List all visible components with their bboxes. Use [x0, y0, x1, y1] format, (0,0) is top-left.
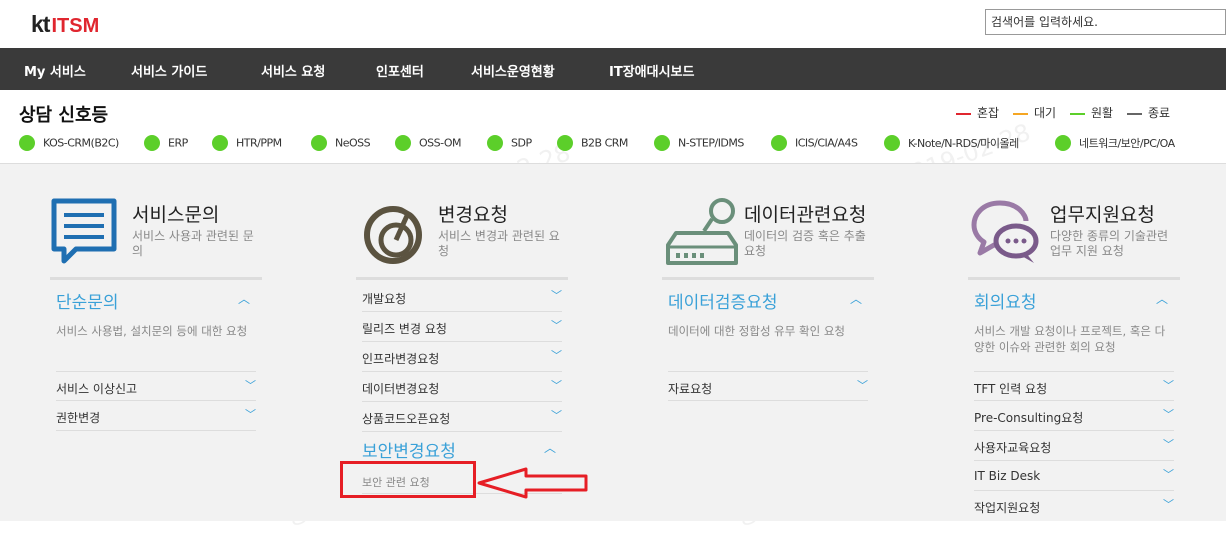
search-input[interactable] [985, 9, 1226, 35]
annotation-highlight-box [340, 461, 476, 498]
top-header: kt ITSM [0, 0, 1226, 48]
status-dot-icon [1055, 135, 1071, 151]
nav-service-guide[interactable]: 서비스 가이드 [131, 61, 207, 80]
category-desc: 데이터의 검증 혹은 추출 요청 [744, 229, 866, 258]
system-status-k-note[interactable]: K-Note/N-RDS/마이올레 [884, 135, 1019, 153]
list-item[interactable]: 권한변경 ﹀ [56, 401, 256, 431]
system-status-b2b-crm[interactable]: B2B CRM [557, 135, 628, 153]
nav-my-service[interactable]: My 서비스 [24, 61, 86, 80]
list-item[interactable]: 사용자교육요청 ﹀ [974, 431, 1174, 461]
list-item[interactable]: 데이터변경요청 ﹀ [362, 372, 562, 402]
chevron-up-icon[interactable]: ︿ [238, 290, 250, 307]
speech-bubbles-icon [970, 197, 1042, 267]
status-dot-icon [557, 135, 573, 151]
list-item[interactable]: Pre-Consulting요청 ﹀ [974, 401, 1174, 431]
category-desc: 다양한 종류의 기술관련 업무 지원 요청 [1050, 229, 1169, 258]
system-status-icis[interactable]: ICIS/CIA/A4S [771, 135, 858, 153]
system-status-erp[interactable]: ERP [144, 135, 188, 153]
list-item[interactable]: 작업지원요청 ﹀ [974, 491, 1174, 521]
chevron-down-icon: ﹀ [245, 408, 256, 421]
status-dot-icon [144, 135, 160, 151]
list-item[interactable]: TFT 인력 요청 ﹀ [974, 371, 1174, 401]
database-icon [664, 197, 738, 267]
chevron-down-icon: ﹀ [551, 379, 562, 392]
legend-ended: 종료 [1127, 104, 1170, 121]
status-dot-icon [212, 135, 228, 151]
chevron-down-icon: ﹀ [857, 379, 868, 392]
logo-itsm: ITSM [51, 15, 100, 37]
divider [356, 277, 568, 280]
chevron-down-icon: ﹀ [1163, 468, 1174, 481]
system-status-oss-om[interactable]: OSS-OM [395, 135, 462, 153]
category-title[interactable]: 서비스문의 [132, 200, 219, 227]
list-item[interactable]: 자료요청 ﹀ [668, 371, 868, 401]
status-dot-icon [311, 135, 327, 151]
section-simple-inquiry[interactable]: 단순문의 [56, 288, 119, 313]
nav-service-request[interactable]: 서비스 요청 [261, 61, 325, 80]
service-catalog: 서비스문의 서비스 사용과 관련된 문의 단순문의 ︿ 서비스 사용법, 설치문… [0, 163, 1226, 521]
chevron-down-icon: ﹀ [551, 409, 562, 422]
list-item[interactable]: IT Biz Desk ﹀ [974, 461, 1174, 491]
nav-info-center[interactable]: 인포센터 [376, 61, 424, 80]
section-desc: 데이터에 대한 정합성 유무 확인 요청 [668, 324, 845, 338]
category-desc: 서비스 사용과 관련된 문의 [132, 229, 254, 258]
section-data-verification[interactable]: 데이터검증요청 [668, 288, 777, 313]
list-item[interactable]: 서비스 이상신고 ﹀ [56, 371, 256, 401]
annotation-arrow-icon [477, 467, 588, 499]
status-title: 상담 신호등 [19, 105, 109, 126]
status-dot-icon [884, 135, 900, 151]
system-status-sdp[interactable]: SDP [487, 135, 532, 153]
list-item[interactable]: 릴리즈 변경 요청 ﹀ [362, 312, 562, 342]
legend-waiting: 대기 [1013, 104, 1056, 121]
category-title[interactable]: 변경요청 [438, 200, 508, 227]
kt-itsm-logo[interactable]: kt ITSM [31, 11, 99, 38]
legend-busy: 혼잡 [956, 104, 999, 121]
divider [662, 277, 874, 280]
list-item[interactable]: 개발요청 ﹀ [362, 282, 562, 312]
chevron-down-icon: ﹀ [551, 319, 562, 332]
divider [50, 277, 262, 280]
dial-icon [360, 197, 432, 267]
section-desc: 서비스 사용법, 설치문의 등에 대한 요청 [56, 324, 248, 338]
status-dot-icon [395, 135, 411, 151]
main-nav: My 서비스 서비스 가이드 서비스 요청 인포센터 서비스운영현황 IT장애대… [0, 48, 1226, 90]
logo-kt: kt [31, 11, 50, 37]
status-dot-icon [771, 135, 787, 151]
chevron-down-icon: ﹀ [1163, 408, 1174, 421]
legend-smooth: 원활 [1070, 104, 1113, 121]
system-status-htr-ppm[interactable]: HTR/PPM [212, 135, 282, 153]
list-item[interactable]: 인프라변경요청 ﹀ [362, 342, 562, 372]
section-meeting-request[interactable]: 회의요청 [974, 288, 1037, 313]
list-item[interactable]: 상품코드오픈요청 ﹀ [362, 402, 562, 432]
system-status-kos-crm[interactable]: KOS-CRM(B2C) [19, 135, 119, 153]
system-status-n-step[interactable]: N-STEP/IDMS [654, 135, 744, 153]
chat-document-icon [50, 197, 122, 267]
chevron-down-icon: ﹀ [1163, 379, 1174, 392]
system-status-network[interactable]: 네트워크/보안/PC/OA [1055, 135, 1175, 153]
section-desc: 서비스 개발 요청이나 프로젝트, 혹은 다양한 이슈와 관련한 회의 요청 [974, 324, 1166, 354]
divider [968, 277, 1180, 280]
category-title[interactable]: 데이터관련요청 [744, 200, 866, 227]
chevron-down-icon: ﹀ [1163, 498, 1174, 511]
system-status-neoss[interactable]: NeOSS [311, 135, 371, 153]
section-security-change[interactable]: 보안변경요청 [362, 437, 456, 462]
category-desc: 서비스 변경과 관련된 요청 [438, 229, 560, 258]
status-dot-icon [487, 135, 503, 151]
chevron-down-icon: ﹀ [1163, 438, 1174, 451]
chevron-up-icon[interactable]: ︿ [850, 290, 862, 307]
chevron-up-icon[interactable]: ︿ [544, 439, 556, 456]
status-dot-icon [654, 135, 670, 151]
status-dot-icon [19, 135, 35, 151]
chevron-up-icon[interactable]: ︿ [1156, 290, 1168, 307]
nav-it-outage-dashboard[interactable]: IT장애대시보드 [609, 61, 694, 80]
nav-service-operation-status[interactable]: 서비스운영현황 [471, 61, 555, 80]
chevron-down-icon: ﹀ [551, 349, 562, 362]
chevron-down-icon: ﹀ [551, 289, 562, 302]
category-title[interactable]: 업무지원요청 [1050, 200, 1155, 227]
chevron-down-icon: ﹀ [245, 379, 256, 392]
